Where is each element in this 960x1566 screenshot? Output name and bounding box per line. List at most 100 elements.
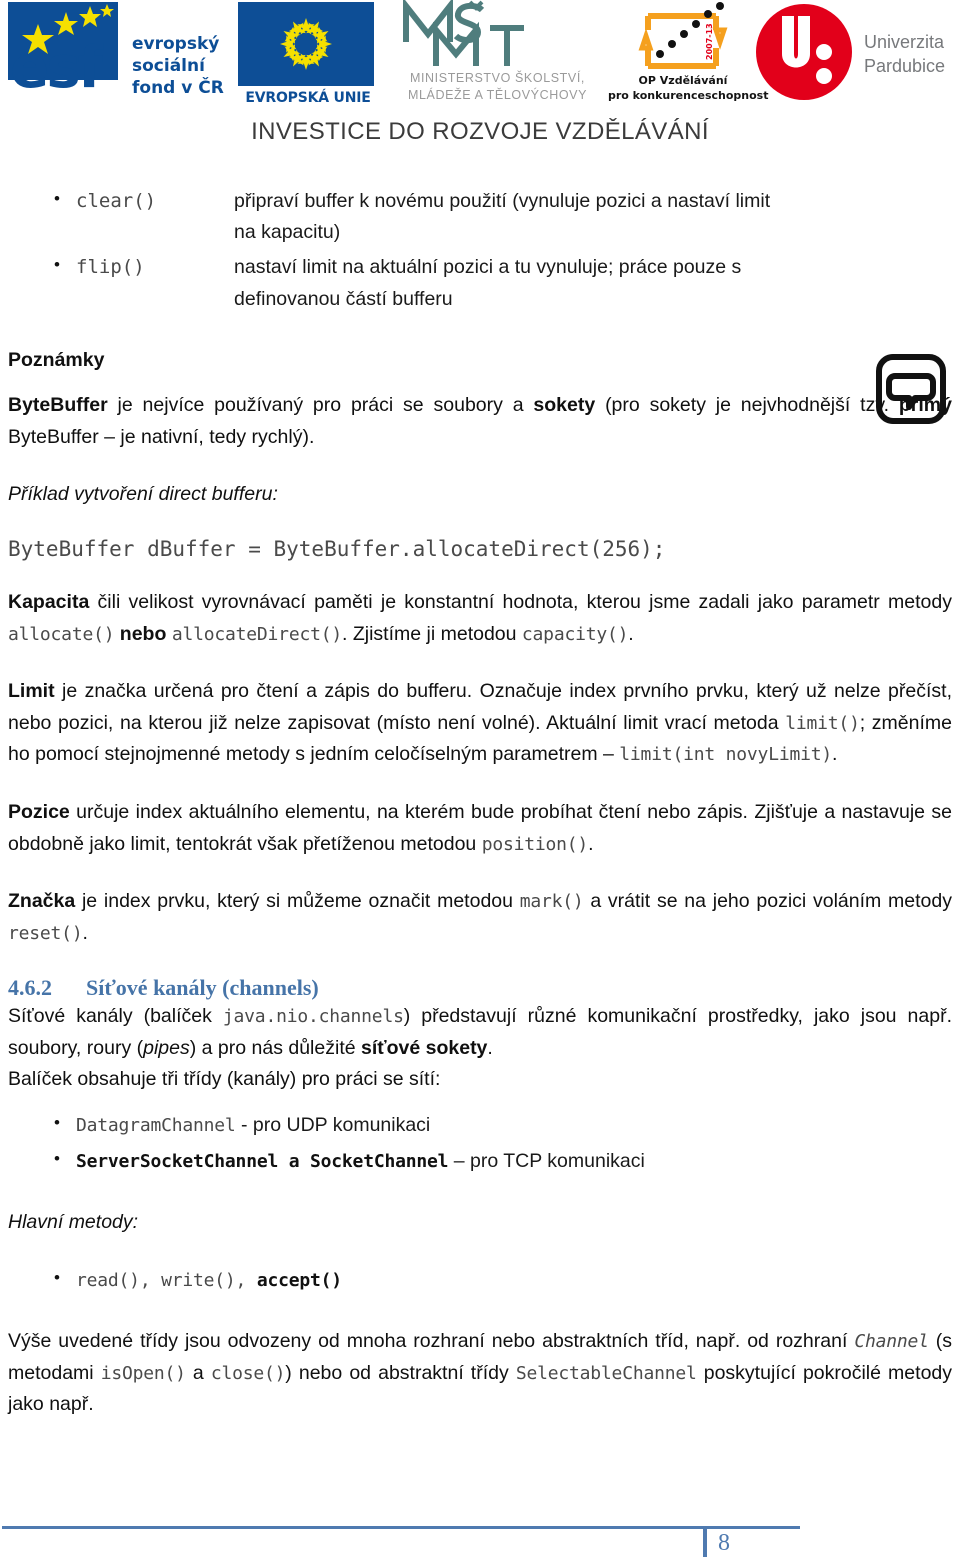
msmt-logo: MINISTERSTVO ŠKOLSTVÍ, MLÁDEŽE A TĚLOVÝC… [390,0,605,105]
method-description: připraví buffer k novému použití (vynulu… [234,190,771,244]
socketchannel-code: ServerSocketChannel a SocketChannel [76,1150,449,1172]
page-footer: 8 [0,1526,960,1566]
buffer-methods-list: clear() připraví buffer k novému použití … [8,185,952,315]
kapacita-text-3: . [628,622,634,645]
kapacita-text-1: čili velikost vyrovnávací paměti je kons… [89,591,952,614]
limit-term: Limit [8,680,55,703]
allocatedirect-code: allocateDirect() [171,623,343,645]
header-logo-bar: esf evropský sociální fond v ČR EVROPSKÁ… [0,0,960,145]
limit-code: limit() [785,712,860,734]
example-code-line: ByteBuffer dBuffer = ByteBuffer.allocate… [8,537,666,562]
footer-rule [2,1526,798,1529]
method-name: clear() [76,190,157,212]
eu-stars-icon [279,17,333,71]
esf-subtitle-line-3: fond v ČR [132,77,224,98]
main-methods-caption-text: Hlavní metody: [8,1211,139,1234]
position-code: position() [481,833,589,855]
list-item: clear() připraví buffer k novému použití … [8,185,952,248]
section-intro-text-3: ) a pro nás důležité [189,1036,361,1059]
bytebuffer-term: ByteBuffer [8,394,108,417]
reset-code: reset() [8,922,83,944]
primy-term: přímý [898,394,952,417]
eu-flag [238,2,374,86]
upce-line-2: Pardubice [864,56,946,77]
section-number: 4.6.2 [8,975,52,1001]
datagramchannel-code: DatagramChannel [76,1115,236,1136]
isopen-code: isOpen() [100,1362,186,1384]
pipes-term: pipes [143,1036,190,1059]
opvk-caption-line-1: OP Vzdělávání [638,74,728,87]
socketchannel-desc: – pro TCP komunikaci [448,1149,645,1172]
pozice-term: Pozice [8,800,70,823]
capacity-code: capacity() [521,623,629,645]
outro-text-3: a [185,1361,211,1384]
outro-text-1: Výše uvedené třídy jsou odvozeny od mnoh… [8,1330,855,1353]
opvk-logo-caption: OP Vzdělávání pro konkurenceschopnost [608,74,768,104]
znacka-text-2: a vrátit se na jeho pozici voláním metod… [583,890,952,913]
main-methods-list: read(), write(), accept() [8,1264,952,1297]
allocate-code: allocate() [8,623,115,645]
pozice-text-2: . [588,832,594,855]
list-item: ServerSocketChannel a SocketChannel – pr… [8,1145,952,1178]
datagramchannel-desc: - pro UDP komunikaci [235,1114,431,1136]
header-tagline: INVESTICE DO ROZVOJE VZDĚLÁVÁNÍ [251,118,709,145]
op-vzdelavani-logo: 2007-13 OP Vzdělávání pro konkurencescho… [608,0,768,105]
accept-code: accept() [256,1269,342,1291]
notes-intro-paragraph: ByteBuffer je nejvíce používaný pro prác… [8,390,952,453]
section-heading: 4.6.2 Síťové kanály (channels) [8,975,952,1001]
example-caption: Příklad vytvoření direct bufferu: [8,479,952,511]
sitove-sokety-term: síťové sokety [361,1036,488,1059]
msmt-caption-line-1: MINISTERSTVO ŠKOLSTVÍ, [409,71,586,85]
esf-flag: esf [8,2,118,96]
znacka-paragraph: Značka je index prvku, který si můžeme o… [8,886,952,949]
close-code: close() [210,1362,286,1384]
section-intro-text-1: Síťové kanály (balíček [8,1005,223,1028]
msmt-logo-caption: MINISTERSTVO ŠKOLSTVÍ, MLÁDEŽE A TĚLOVÝC… [390,70,605,104]
classes-lead-paragraph: Balíček obsahuje tři třídy (kanály) pro … [8,1068,441,1091]
esf-wordmark: esf [10,33,103,101]
limit-paragraph: Limit je značka určená pro čtení a zápis… [8,676,952,771]
section-intro-paragraph: Síťové kanály (balíček java.nio.channels… [8,1001,952,1064]
msmt-monogram-icon [403,0,524,66]
selectablechannel-code: SelectableChannel [515,1362,697,1384]
read-write-code: read(), write(), [76,1269,257,1291]
method-name: flip() [76,256,145,279]
example-caption-text: Příklad vytvoření direct bufferu: [8,483,278,506]
upce-wordmark: Univerzita Pardubice [864,30,945,79]
univerzita-pardubice-logo: Univerzita Pardubice [752,0,957,105]
znacka-text-3: . [82,921,88,944]
esf-subtitle-line-1: evropský [132,34,220,54]
esf-logo: esf evropský sociální fond v ČR [8,0,230,105]
page-number: 8 [718,1530,730,1556]
notes-heading-text: Poznámky [8,348,105,371]
kapacita-paragraph: Kapacita čili velikost vyrovnávací pamět… [8,587,952,650]
msmt-caption-line-2: MLÁDEŽE A TĚLOVÝCHOVY [407,87,588,102]
pozice-paragraph: Pozice určuje index aktuálního elementu,… [8,797,952,860]
opvk-mark-icon: 2007-13 [638,2,728,69]
section-intro-text-4: . [487,1036,493,1059]
znacka-text-1: je index prvku, který si můžeme označit … [75,890,520,913]
kapacita-term: Kapacita [8,591,90,614]
list-item: DatagramChannel - pro UDP komunikaci [8,1109,952,1142]
section-outro-paragraph: Výše uvedené třídy jsou odvozeny od mnoh… [8,1326,952,1421]
footer-tick-mark [703,1526,707,1557]
nebo-term: nebo [119,622,167,645]
channel-classes-list: DatagramChannel - pro UDP komunikaci Ser… [8,1109,952,1178]
esf-subtitle: evropský sociální fond v ČR [132,34,224,99]
method-description: nastaví limit na aktuální pozici a tu vy… [234,256,742,310]
notes-intro-text-1: je nejvíce používaný pro práci se soubor… [107,394,534,417]
notes-heading: Poznámky [8,345,952,377]
list-item: flip() nastaví limit na aktuální pozici a… [8,251,952,314]
upce-line-1: Univerzita [864,32,945,52]
main-methods-caption: Hlavní metody: [8,1207,952,1239]
section-title: Síťové kanály (channels) [86,975,319,1001]
opvk-years-label: 2007-13 [705,23,714,60]
upce-mark-icon [756,4,852,100]
footer-rule-right [710,1526,800,1529]
limit-int-code: limit(int novyLimit) [619,744,833,766]
document-body: clear() připraví buffer k novému použití … [0,185,960,1421]
kapacita-text-2: . Zjistíme ji metodou [342,622,522,645]
java-nio-channels-code: java.nio.channels [222,1006,404,1028]
esf-subtitle-line-2: sociální [132,55,205,76]
limit-text-3: . [832,743,838,766]
